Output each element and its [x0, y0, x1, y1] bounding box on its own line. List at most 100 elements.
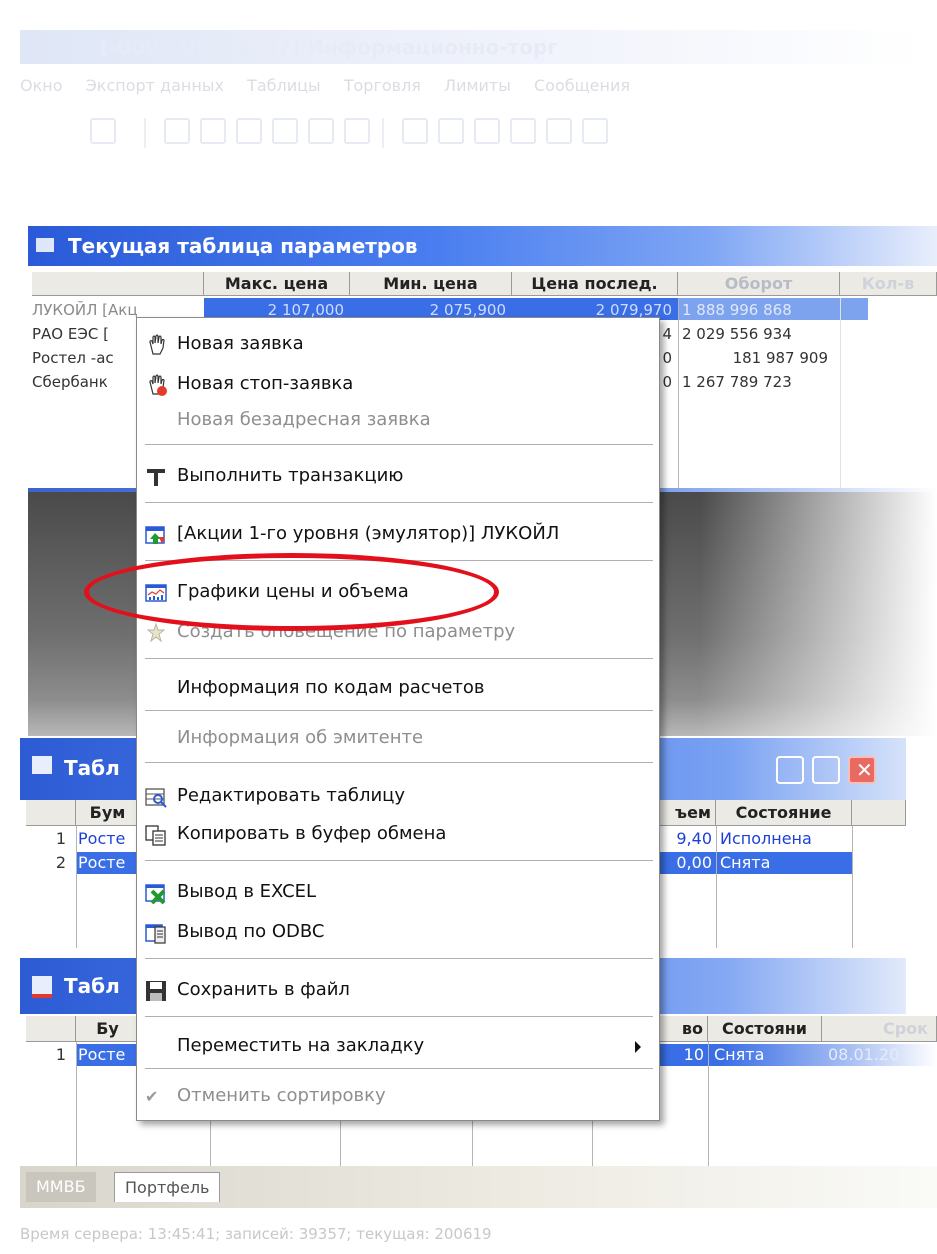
tool-transaction-icon[interactable]: [438, 118, 464, 144]
column-header-num[interactable]: [26, 1016, 76, 1042]
quotes-icon: [145, 526, 165, 544]
cell-security[interactable]: Росте: [78, 852, 138, 874]
column-header-state[interactable]: Состояние: [716, 800, 852, 826]
grid-line: [76, 1042, 77, 1166]
tool-excel-icon[interactable]: [308, 118, 334, 144]
alert-icon: [146, 622, 166, 643]
tab-portfolio[interactable]: Портфель: [114, 1172, 221, 1202]
menu-item-price-volume-charts[interactable]: Графики цены и объема: [137, 575, 659, 609]
main-menu-bar: Окно Экспорт данных Таблицы Торговля Лим…: [20, 76, 920, 100]
menu-item-label: Вывод в EXCEL: [177, 881, 317, 902]
menu-item-issuer-info[interactable]: Информация об эмитенте: [137, 721, 659, 755]
orders-table-icon: [32, 756, 52, 774]
column-header-qty[interactable]: во: [660, 1016, 708, 1042]
menu-item-edit-table[interactable]: Редактировать таблицу: [137, 779, 659, 813]
chart-icon: [145, 584, 167, 602]
grid-line: [76, 826, 77, 948]
menu-item-create-alert[interactable]: Создать оповещение по параметру: [137, 615, 659, 649]
column-header-min-price[interactable]: Мин. цена: [350, 272, 512, 296]
menu-item-execute-transaction[interactable]: Выполнить транзакцию: [137, 459, 659, 493]
menu-item-export-excel[interactable]: Вывод в EXCEL: [137, 875, 659, 909]
menu-item-new-order[interactable]: Новая заявка: [137, 327, 659, 361]
tool-doc-icon[interactable]: [344, 118, 370, 144]
tool-search-icon[interactable]: [272, 118, 298, 144]
toolbar-separator: [382, 118, 384, 148]
column-header-num[interactable]: [26, 800, 76, 826]
menu-export[interactable]: Экспорт данных: [86, 76, 224, 95]
menu-tables[interactable]: Таблицы: [247, 76, 321, 95]
tool-table-icon[interactable]: [200, 118, 226, 144]
grid-line: [708, 1042, 709, 1166]
menu-messages[interactable]: Сообщения: [534, 76, 630, 95]
menu-item-label: Новая стоп-заявка: [177, 373, 354, 394]
menu-item-quotes-lukoil[interactable]: [Акции 1-го уровня (эмулятор)] ЛУКОЙЛ: [137, 517, 659, 551]
column-header-expiry[interactable]: Срок: [822, 1016, 937, 1042]
status-bar: Время сервера: 13:45:41; записей: 39357;…: [20, 1225, 492, 1243]
column-header-security[interactable]: Бу: [76, 1016, 140, 1042]
minimize-button[interactable]: [776, 756, 804, 784]
params-window-title-bar[interactable]: Текущая таблица параметров: [28, 226, 937, 266]
cell-turnover: 1 888 996 868: [682, 301, 792, 319]
tab-bar: ММВБ Портфель: [20, 1166, 937, 1208]
menu-limits[interactable]: Лимиты: [444, 76, 511, 95]
menu-item-new-anonymous-order[interactable]: Новая безадресная заявка: [137, 403, 659, 437]
app-title: [-0007 UID: 1537] Информационно-торг: [100, 35, 558, 59]
menu-window[interactable]: Окно: [20, 76, 63, 95]
column-header-extra[interactable]: [852, 800, 906, 826]
menu-item-settlement-codes-info[interactable]: Информация по кодам расчетов: [137, 671, 659, 705]
menu-item-label: Информация по кодам расчетов: [177, 677, 485, 698]
tool-chart-icon[interactable]: [164, 118, 190, 144]
menu-item-save-to-file[interactable]: Сохранить в файл: [137, 973, 659, 1007]
cell-expiry: 08.01.20: [828, 1045, 900, 1064]
menu-item-label: Копировать в буфер обмена: [177, 823, 447, 844]
row-number: 1: [55, 1045, 66, 1064]
menu-item-label: Новая безадресная заявка: [177, 409, 431, 430]
app-title-bar: [-0007 UID: 1537] Информационно-торг: [20, 30, 920, 64]
menu-separator: [145, 502, 653, 504]
cell-turnover: 1 267 789 723: [682, 373, 792, 391]
menu-item-label: Создать оповещение по параметру: [177, 621, 516, 642]
column-header-turnover[interactable]: Оборот: [678, 272, 840, 296]
row-number: 1: [55, 829, 66, 848]
column-header-volume[interactable]: ъем: [660, 800, 716, 826]
menu-item-move-to-tab[interactable]: Переместить на закладку: [137, 1029, 659, 1063]
cell-security[interactable]: Росте: [78, 1044, 138, 1066]
tool-window-icon[interactable]: [236, 118, 262, 144]
column-header-qty[interactable]: Кол-в: [840, 272, 937, 296]
tab-mmvb[interactable]: ММВБ: [26, 1172, 96, 1202]
menu-item-export-odbc[interactable]: Вывод по ODBC: [137, 915, 659, 949]
menu-item-new-stop-order[interactable]: Новая стоп-заявка: [137, 367, 659, 401]
column-header-last-price[interactable]: Цена послед.: [512, 272, 678, 296]
menu-item-copy-to-clipboard[interactable]: Копировать в буфер обмена: [137, 817, 659, 851]
tool-hand-stop-icon[interactable]: [510, 118, 536, 144]
cell-security[interactable]: Росте: [78, 828, 138, 850]
tool-alert-icon[interactable]: [402, 118, 428, 144]
close-button[interactable]: ✕: [848, 756, 876, 784]
menu-item-label: Выполнить транзакцию: [177, 465, 404, 486]
column-header-security[interactable]: Бум: [76, 800, 140, 826]
menu-item-label: Переместить на закладку: [177, 1035, 425, 1056]
tool-hand-icon[interactable]: [474, 118, 500, 144]
cell-qty: 10: [683, 1045, 704, 1064]
tool-hand-sell-icon[interactable]: [582, 118, 608, 144]
column-header-state[interactable]: Состояни: [708, 1016, 822, 1042]
column-header-name[interactable]: [32, 272, 204, 296]
grid-line: [678, 298, 679, 488]
toolbar-separator: [144, 118, 146, 148]
cell-volume: 9,40: [676, 829, 712, 848]
column-header-max-price[interactable]: Макс. цена: [204, 272, 350, 296]
menu-item-cancel-sort[interactable]: ✔ Отменить сортировку: [137, 1079, 659, 1113]
menu-separator: [145, 658, 653, 660]
menu-item-label: [Акции 1-го уровня (эмулятор)] ЛУКОЙЛ: [177, 523, 560, 544]
maximize-button[interactable]: [812, 756, 840, 784]
menu-trading[interactable]: Торговля: [344, 76, 421, 95]
context-menu: Новая заявка Новая стоп-заявка Новая без…: [136, 317, 660, 1121]
menu-separator: [145, 444, 653, 446]
menu-item-label: Сохранить в файл: [177, 979, 350, 1000]
stop-orders-window-title: Табл: [64, 974, 120, 998]
tool-hand-buy-icon[interactable]: [546, 118, 572, 144]
submenu-arrow-icon: [635, 1041, 641, 1053]
copy-icon: [145, 825, 166, 846]
menu-separator: [145, 958, 653, 960]
tool-key-icon[interactable]: [90, 118, 116, 144]
